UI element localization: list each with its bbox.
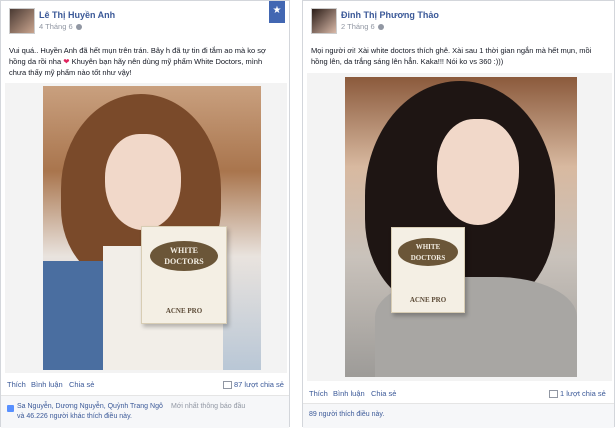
- denim-jacket-shape: [43, 261, 103, 370]
- globe-icon: [75, 24, 82, 31]
- author-name[interactable]: Lê Thị Huyền Anh: [39, 10, 115, 20]
- share-count[interactable]: 87 lượt chia sẻ: [223, 380, 284, 390]
- box-logo: WHITE DOCTORS: [150, 241, 218, 271]
- post-timestamp[interactable]: 4 Tháng 6: [39, 22, 82, 31]
- product-box: WHITE DOCTORS ACNE PRO: [141, 226, 227, 324]
- face-shape: [437, 119, 519, 225]
- post-actions: Thích Bình luận Chia sẻ 1 lượt chia sẻ: [303, 387, 614, 401]
- share-count-text[interactable]: 1 lượt chia sẻ: [560, 389, 606, 398]
- post-card-phuong-thao: Đinh Thị Phương Thảo 2 Tháng 6 Mọi người…: [302, 0, 615, 428]
- share-icon: [549, 390, 558, 399]
- avatar[interactable]: [9, 8, 35, 34]
- box-label: ACNE PRO: [165, 307, 203, 315]
- globe-icon: [377, 24, 384, 31]
- likes-text[interactable]: Sa Nguyễn, Dương Nguyễn, Quỳnh Trang Ngô…: [17, 402, 167, 422]
- post-status-text: Mọi người ơi! Xài white doctors thích gh…: [311, 46, 592, 66]
- likes-more-text[interactable]: Mới nhất thông báo đầu: [171, 402, 287, 412]
- post-photo[interactable]: WHITE DOCTORS ACNE PRO: [43, 86, 261, 370]
- post-card-huyen-anh: Lê Thị Huyền Anh 4 Tháng 6 ★ Vui quá.. H…: [0, 0, 290, 428]
- box-logo: WHITE DOCTORS: [398, 238, 458, 266]
- post-photo[interactable]: WHITE DOCTORS ACNE PRO: [345, 77, 577, 377]
- author-name[interactable]: Đinh Thị Phương Thảo: [341, 10, 439, 20]
- like-link[interactable]: Thích: [309, 389, 328, 398]
- likes-summary: 89 người thích điều này.: [303, 403, 614, 428]
- avatar[interactable]: [311, 8, 337, 34]
- timestamp-text[interactable]: 2 Tháng 6: [341, 22, 375, 31]
- timestamp-text[interactable]: 4 Tháng 6: [39, 22, 73, 31]
- post-actions: Thích Bình luận Chia sẻ 87 lượt chia sẻ: [1, 378, 289, 392]
- share-link[interactable]: Chia sẻ: [371, 389, 396, 398]
- share-icon: [223, 381, 232, 390]
- likes-summary: Sa Nguyễn, Dương Nguyễn, Quỳnh Trang Ngô…: [1, 395, 289, 428]
- product-box: WHITE DOCTORS ACNE PRO: [391, 227, 465, 313]
- comment-link[interactable]: Bình luận: [333, 389, 365, 398]
- share-count-text[interactable]: 87 lượt chia sẻ: [234, 380, 284, 389]
- comment-link[interactable]: Bình luận: [31, 380, 63, 389]
- box-label: ACNE PRO: [409, 296, 447, 304]
- like-link[interactable]: Thích: [7, 380, 26, 389]
- star-icon: ★: [269, 1, 285, 23]
- post-status-text: Vui quá.. Huyền Anh đã hết mụn trên trán…: [9, 45, 277, 78]
- likes-count-text[interactable]: 89 người thích điều này.: [309, 410, 384, 420]
- photo-frame[interactable]: WHITE DOCTORS ACNE PRO: [5, 83, 287, 373]
- post-header: Lê Thị Huyền Anh 4 Tháng 6 ★: [1, 1, 289, 39]
- share-count[interactable]: 1 lượt chia sẻ: [549, 389, 606, 399]
- face-shape: [105, 134, 181, 230]
- post-header: Đinh Thị Phương Thảo 2 Tháng 6: [303, 1, 614, 39]
- share-link[interactable]: Chia sẻ: [69, 380, 94, 389]
- like-thumb-icon: [7, 405, 14, 412]
- post-timestamp[interactable]: 2 Tháng 6: [341, 22, 384, 31]
- photo-frame[interactable]: WHITE DOCTORS ACNE PRO: [307, 73, 612, 381]
